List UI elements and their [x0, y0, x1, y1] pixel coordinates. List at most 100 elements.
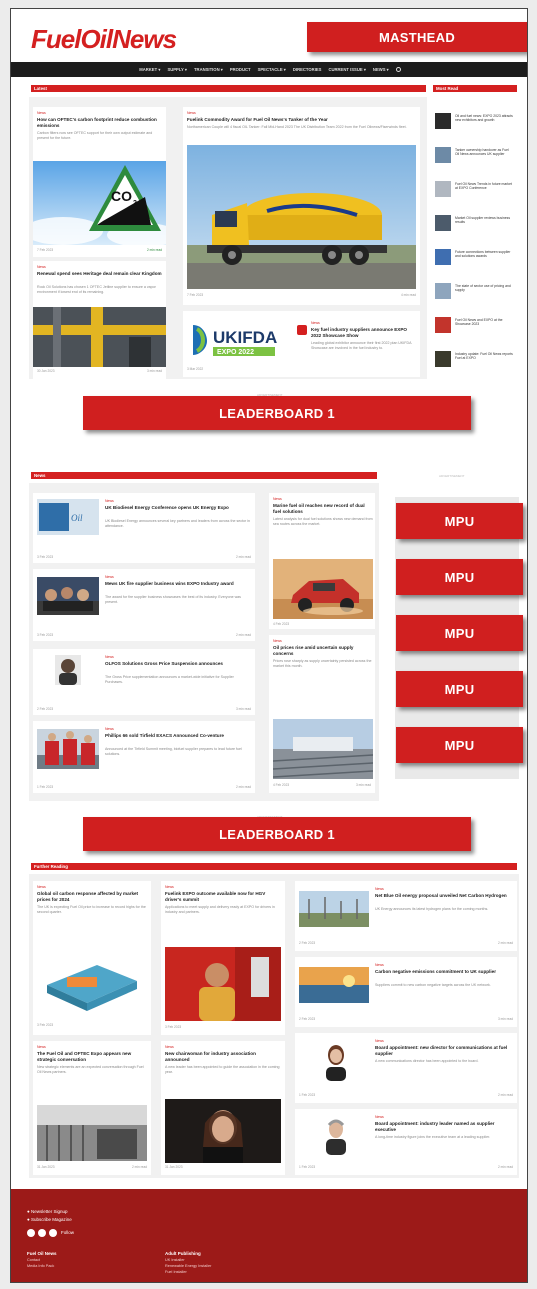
card-excerpt: The UK is expecting Fuel Oil price to in…: [37, 905, 146, 914]
twitter-icon[interactable]: [27, 1229, 35, 1237]
card-title[interactable]: New chairwoman for industry association …: [165, 1051, 281, 1062]
most-read-item[interactable]: Fuel Oil News Trends in future market at…: [435, 181, 515, 205]
further-thumb[interactable]: [37, 1105, 147, 1161]
footer-link-2[interactable]: Renewable Energy Installer: [165, 1264, 211, 1268]
footer-link-media-pack[interactable]: Media Info Pack: [27, 1264, 54, 1268]
news-thumb[interactable]: [37, 577, 99, 615]
news-thumb[interactable]: Oil: [37, 499, 99, 535]
further-card-3[interactable]: News Fuelink EXPO outcome available now …: [161, 881, 285, 1035]
latest-card-2[interactable]: News Renewal spend sees Heritage deal re…: [33, 261, 166, 379]
card-title[interactable]: How can OFTEC's carbon footprint reduce …: [37, 117, 162, 128]
card-category: News: [165, 885, 174, 889]
nav-item-spectacle[interactable]: SPECTACLE ▾: [258, 67, 286, 72]
desert-car-image[interactable]: [273, 559, 373, 619]
most-read-item[interactable]: Future connections between supplier and …: [435, 249, 515, 273]
portrait-image[interactable]: [165, 1099, 281, 1163]
card-date: 1 Feb 2023: [299, 1165, 316, 1169]
site-logo[interactable]: FuelOilNews: [31, 23, 177, 53]
most-read-item[interactable]: Industry update: Fuel Oil News reports F…: [435, 351, 515, 375]
ukifda-logo[interactable]: UKIFDA EXPO 2022: [187, 317, 295, 363]
nav-item-supply[interactable]: SUPPLY ▾: [167, 67, 187, 72]
main-nav: MARKET ▾ SUPPLY ▾ TRANSITION ▾ PRODUCT S…: [11, 62, 527, 77]
card-category: News: [273, 497, 282, 501]
card-title[interactable]: Phillips 66 sold Tirfield EXACS Announce…: [105, 733, 251, 739]
further-card-7[interactable]: News Board appointment: new director for…: [295, 1033, 517, 1103]
card-title[interactable]: OLFOS Solutions Gross Price Suspension a…: [105, 661, 251, 667]
footer-col2-title: Adult Publishing: [165, 1251, 201, 1256]
card-excerpt: Northamerican Couple will 4 fiscal OIL T…: [187, 125, 407, 129]
card-title[interactable]: Net Blue Oil energy proposal unveiled Ne…: [375, 893, 513, 899]
card-title[interactable]: Board appointment: new director for comm…: [375, 1045, 513, 1056]
nav-item-directories[interactable]: DIRECTORIES: [293, 67, 322, 72]
further-card-6[interactable]: News Carbon negative emissions commitmen…: [295, 957, 517, 1027]
news-card-2[interactable]: News Mews UK fire supplier business wins…: [33, 569, 255, 641]
card-title[interactable]: Oil prices rise amid uncertain supply co…: [273, 645, 373, 656]
further-card-4[interactable]: News New chairwoman for industry associa…: [161, 1041, 285, 1175]
footer-link-3[interactable]: Fuel Installer: [165, 1270, 187, 1274]
most-read-item[interactable]: Market Oil supplier reviews business res…: [435, 215, 515, 239]
latest-feature-card[interactable]: News Fuelink Commodity Award for Fuel Oi…: [183, 107, 420, 305]
further-thumb[interactable]: [321, 1115, 351, 1155]
most-read-item[interactable]: The state of sector use of pricing and s…: [435, 283, 515, 307]
card-title[interactable]: Global oil carbon response affected by m…: [37, 891, 149, 902]
card-title[interactable]: Fuelink Commodity Award for Fuel Oil New…: [187, 117, 416, 123]
latest-card-1[interactable]: News How can OFTEC's carbon footprint re…: [33, 107, 166, 257]
further-reading-header: Further Reading: [31, 863, 517, 870]
card-category: News: [375, 1039, 384, 1043]
further-card-8[interactable]: News Board appointment: industry leader …: [295, 1109, 517, 1175]
news-thumb[interactable]: [55, 655, 81, 685]
card-excerpt: Prices rose sharply as supply uncertaint…: [273, 659, 372, 668]
most-read-item[interactable]: Tanker ownership handover as Fuel Oil Ne…: [435, 147, 515, 171]
nav-item-current-issue[interactable]: CURRENT ISSUE ▾: [328, 67, 365, 72]
tanker-image[interactable]: [187, 145, 416, 289]
news-card-1[interactable]: Oil News UK Biodiesel Energy Conference …: [33, 493, 255, 563]
card-readtime: 2 min read: [497, 1165, 513, 1169]
driver-image[interactable]: [165, 947, 281, 1021]
pipe-image[interactable]: [33, 307, 166, 367]
card-readtime: 2 min read: [497, 1093, 513, 1097]
card-title[interactable]: Board appointment: industry leader named…: [375, 1121, 513, 1132]
card-category: News: [375, 887, 384, 891]
card-title[interactable]: Marine fuel oil reaches new record of du…: [273, 503, 373, 514]
news-card-3[interactable]: News OLFOS Solutions Gross Price Suspens…: [33, 649, 255, 715]
card-excerpt: The Gross Price supplementation announce…: [105, 675, 234, 684]
card-date: 4 Feb 2023: [273, 622, 290, 626]
further-card-2[interactable]: News The Fuel Oil and OFTEC Expo appears…: [33, 1041, 151, 1175]
card-title[interactable]: Renewal spend sees Heritage deal remain …: [37, 271, 162, 277]
card-title[interactable]: Mews UK fire supplier business wins EXPO…: [105, 581, 251, 587]
facebook-icon[interactable]: [38, 1229, 46, 1237]
linkedin-icon[interactable]: [49, 1229, 57, 1237]
most-read-item[interactable]: Fuel Oil News and EXPO at the Showcase 2…: [435, 317, 515, 341]
most-read-item[interactable]: Oil and fuel news: EXPO 2023 attracts ne…: [435, 113, 515, 137]
card-title[interactable]: Key fuel industry suppliers announce EXP…: [311, 327, 415, 338]
card-title[interactable]: The Fuel Oil and OFTEC Expo appears new …: [37, 1051, 149, 1062]
nav-item-product[interactable]: PRODUCT: [230, 67, 251, 72]
news-card-6[interactable]: News Oil prices rise amid uncertain supp…: [269, 635, 375, 793]
site-footer: ● Newsletter Signup ● Subscribe Magazine…: [11, 1189, 527, 1282]
footer-link-contact[interactable]: Contact: [27, 1258, 40, 1262]
footer-link-1[interactable]: UK Installer: [165, 1258, 185, 1262]
card-title[interactable]: Fuelink EXPO outcome available now for H…: [165, 891, 281, 902]
nav-item-market[interactable]: MARKET ▾: [139, 67, 160, 72]
further-card-5[interactable]: News Net Blue Oil energy proposal unveil…: [295, 881, 517, 951]
search-icon[interactable]: [395, 67, 401, 72]
further-thumb[interactable]: [299, 891, 369, 927]
terminal-image[interactable]: [273, 719, 373, 779]
co2-image[interactable]: CO 2: [33, 161, 166, 245]
nav-item-news[interactable]: NEWS ▾: [373, 67, 389, 72]
nav-item-transition[interactable]: TRANSITION ▾: [194, 67, 223, 72]
card-readtime: 3 min read: [497, 1017, 513, 1021]
card-category: News: [375, 1115, 384, 1119]
card-title[interactable]: UK Biodiesel Energy Conference opens UK …: [105, 505, 251, 511]
newsletter-link[interactable]: ● Newsletter Signup: [27, 1209, 68, 1214]
news-card-4[interactable]: News Phillips 66 sold Tirfield EXACS Ann…: [33, 721, 255, 793]
expo-card[interactable]: UKIFDA EXPO 2022 News Key fuel industry …: [183, 311, 420, 377]
further-card-1[interactable]: News Global oil carbon response affected…: [33, 881, 151, 1035]
further-thumb[interactable]: [299, 967, 369, 1003]
further-thumb[interactable]: [37, 945, 147, 1017]
news-card-5[interactable]: News Marine fuel oil reaches new record …: [269, 493, 375, 629]
further-thumb[interactable]: [321, 1041, 351, 1081]
subscribe-link[interactable]: ● Subscribe Magazine: [27, 1217, 72, 1222]
news-thumb[interactable]: [37, 729, 99, 769]
card-title[interactable]: Carbon negative emissions commitment to …: [375, 969, 513, 975]
